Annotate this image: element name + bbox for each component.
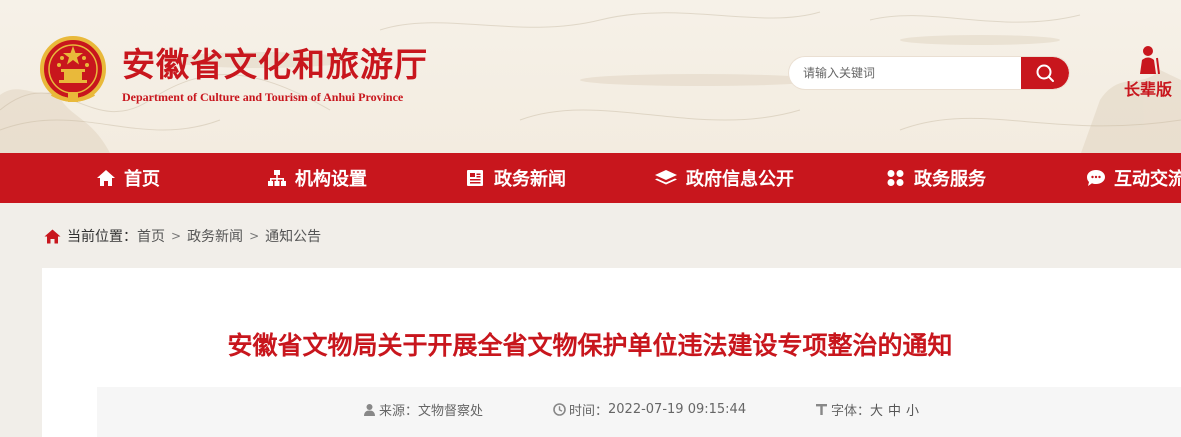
article-meta-bar: 来源： 文物督察处 时间： 2022-07-19 09:15:44 字体： 大 … bbox=[97, 387, 1181, 437]
clock-icon bbox=[553, 403, 566, 416]
source-value: 文物督察处 bbox=[418, 404, 484, 419]
nav-item-organization[interactable]: 机构设置 bbox=[267, 153, 367, 203]
site-subtitle: Department of Culture and Tourism of Anh… bbox=[122, 90, 404, 104]
font-size-switcher: 字体： 大 中 小 bbox=[815, 400, 919, 419]
breadcrumb-separator: > bbox=[171, 229, 182, 243]
elder-person-icon bbox=[1140, 46, 1160, 74]
national-emblem-logo bbox=[40, 36, 106, 102]
org-chart-icon bbox=[268, 170, 286, 186]
font-size-medium[interactable]: 中 bbox=[888, 400, 901, 419]
elder-mode-label: 长辈版 bbox=[1123, 80, 1172, 99]
search-button[interactable] bbox=[1021, 57, 1069, 89]
article-card: 安徽省文物局关于开展全省文物保护单位违法建设专项整治的通知 来源： 文物督察处 … bbox=[42, 268, 1181, 437]
article-source: 来源： 文物督察处 bbox=[363, 400, 483, 419]
nav-item-label: 政府信息公开 bbox=[686, 169, 794, 190]
main-nav: 首页 机构设置 政务新闻 政府信息公开 政务服务 互动交流 bbox=[0, 153, 1181, 203]
breadcrumb-prefix: 当前位置： bbox=[67, 229, 137, 245]
font-size-icon bbox=[816, 404, 827, 415]
nav-item-interaction[interactable]: 互动交流 bbox=[1086, 153, 1181, 203]
nav-item-services[interactable]: 政务服务 bbox=[886, 153, 986, 203]
nav-item-news[interactable]: 政务新闻 bbox=[466, 153, 566, 203]
site-header: 安徽省文化和旅游厅 Department of Culture and Tour… bbox=[0, 0, 1181, 153]
nav-item-home[interactable]: 首页 bbox=[96, 153, 160, 203]
chat-icon bbox=[1087, 170, 1105, 186]
font-size-small[interactable]: 小 bbox=[906, 400, 919, 419]
breadcrumb: 当前位置： 首页 > 政务新闻 > 通知公告 bbox=[44, 226, 321, 246]
time-value: 2022-07-19 09:15:44 bbox=[608, 402, 747, 417]
search-bar bbox=[789, 57, 1069, 89]
time-label: 时间： bbox=[569, 404, 609, 419]
source-label: 来源： bbox=[379, 404, 419, 419]
article-time: 时间： 2022-07-19 09:15:44 bbox=[553, 400, 746, 419]
site-title: 安徽省文化和旅游厅 bbox=[122, 45, 428, 84]
nav-item-label: 首页 bbox=[124, 169, 160, 190]
search-input[interactable] bbox=[789, 57, 1021, 89]
font-size-large[interactable]: 大 bbox=[870, 400, 883, 419]
home-icon bbox=[44, 229, 61, 243]
breadcrumb-separator: > bbox=[249, 229, 260, 243]
breadcrumb-link-news[interactable]: 政务新闻 bbox=[187, 226, 243, 246]
elder-mode-button[interactable]: 长辈版 bbox=[1118, 44, 1178, 100]
font-size-label: 字体： bbox=[831, 404, 871, 419]
article-title: 安徽省文物局关于开展全省文物保护单位违法建设专项整治的通知 bbox=[227, 331, 953, 360]
news-icon bbox=[467, 170, 483, 186]
grid-icon bbox=[887, 170, 904, 186]
nav-item-gov-info[interactable]: 政府信息公开 bbox=[654, 153, 794, 203]
nav-item-label: 政务新闻 bbox=[494, 169, 566, 190]
breadcrumb-link-notices[interactable]: 通知公告 bbox=[265, 226, 321, 246]
layers-icon bbox=[655, 170, 677, 185]
nav-item-label: 互动交流 bbox=[1114, 169, 1181, 190]
user-icon bbox=[364, 404, 375, 416]
nav-item-label: 政务服务 bbox=[914, 169, 986, 190]
search-icon bbox=[1036, 64, 1054, 82]
nav-item-label: 机构设置 bbox=[295, 169, 367, 190]
home-icon bbox=[97, 170, 115, 186]
breadcrumb-link-home[interactable]: 首页 bbox=[137, 226, 165, 246]
